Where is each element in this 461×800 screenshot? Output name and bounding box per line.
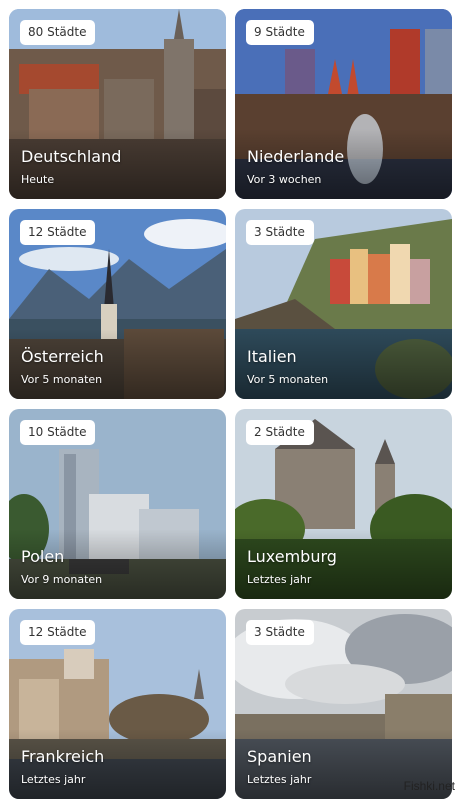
destination-card-deutschland[interactable]: 80 Städte Deutschland Heute (9, 9, 226, 199)
city-count-badge: 2 Städte (246, 420, 314, 445)
destination-card-niederlande[interactable]: 9 Städte Niederlande Vor 3 wochen (235, 9, 452, 199)
country-name: Niederlande (247, 147, 345, 166)
country-name: Österreich (21, 347, 104, 366)
city-count-badge: 9 Städte (246, 20, 314, 45)
destination-card-italien[interactable]: 3 Städte Italien Vor 5 monaten (235, 209, 452, 399)
destination-card-oesterreich[interactable]: 12 Städte Österreich Vor 5 monaten (9, 209, 226, 399)
city-count-badge: 80 Städte (20, 20, 96, 45)
last-visit-time: Letztes jahr (247, 573, 312, 586)
last-visit-time: Letztes jahr (247, 773, 312, 786)
city-count-badge: 10 Städte (20, 420, 96, 445)
city-count-badge: 3 Städte (246, 220, 314, 245)
country-name: Deutschland (21, 147, 122, 166)
country-name: Frankreich (21, 747, 105, 766)
last-visit-time: Vor 5 monaten (247, 373, 329, 386)
last-visit-time: Vor 5 monaten (21, 373, 103, 386)
country-name: Spanien (247, 747, 312, 766)
last-visit-time: Vor 9 monaten (21, 573, 103, 586)
last-visit-time: Vor 3 wochen (247, 173, 322, 186)
city-count-badge: 12 Städte (20, 220, 96, 245)
country-name: Polen (21, 547, 65, 566)
destination-card-spanien[interactable]: 3 Städte Spanien Letztes jahr (235, 609, 452, 799)
last-visit-time: Heute (21, 173, 55, 186)
destination-card-polen[interactable]: 10 Städte Polen Vor 9 monaten (9, 409, 226, 599)
country-name: Italien (247, 347, 297, 366)
city-count-badge: 12 Städte (20, 620, 96, 645)
watermark: Fishki.net (403, 779, 455, 793)
destinations-grid: 80 Städte Deutschland Heute 9 Städte Nie… (9, 9, 452, 799)
destination-card-frankreich[interactable]: 12 Städte Frankreich Letztes jahr (9, 609, 226, 799)
city-count-badge: 3 Städte (246, 620, 314, 645)
last-visit-time: Letztes jahr (21, 773, 86, 786)
destination-card-luxemburg[interactable]: 2 Städte Luxemburg Letztes jahr (235, 409, 452, 599)
country-name: Luxemburg (247, 547, 337, 566)
